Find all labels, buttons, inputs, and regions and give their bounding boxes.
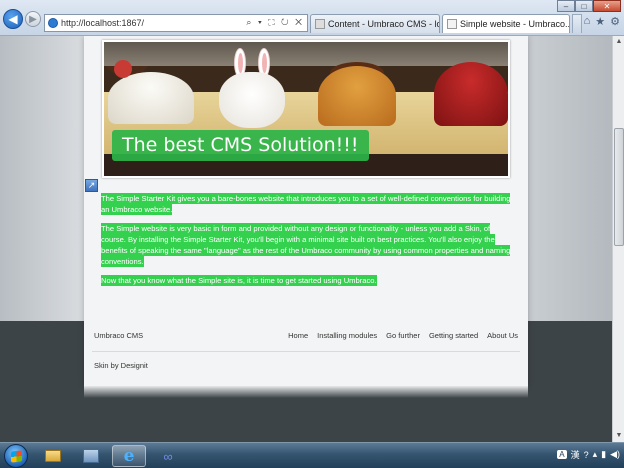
language-indicator[interactable]: A [557, 450, 567, 459]
page-favicon-icon [447, 19, 457, 29]
cake-photo [108, 72, 194, 124]
address-tools[interactable]: ⌕ ▾ ⛶ ↻ ✕ [246, 17, 304, 28]
scroll-up-icon[interactable]: ▲ [614, 36, 624, 48]
folder-icon [45, 450, 61, 462]
tray-expand-icon[interactable]: ▴ [593, 449, 598, 460]
taskbar-app[interactable]: ∞ [150, 445, 184, 467]
vertical-scrollbar[interactable]: ▲ ▼ [612, 36, 624, 442]
taskbar-internet-explorer[interactable]: e [112, 445, 146, 467]
home-icon[interactable]: ⌂ [584, 15, 591, 28]
tab-simple-website[interactable]: Simple website - Umbraco... ✕ [442, 14, 570, 33]
start-button[interactable] [4, 444, 28, 468]
bunny-cake-photo [219, 72, 285, 128]
taskbar-visual-studio[interactable] [74, 445, 108, 467]
footer-link-getting-started[interactable]: Getting started [429, 331, 478, 340]
address-url: http://localhost:1867/ [61, 18, 145, 28]
ime-indicator[interactable]: 漢 [571, 448, 580, 461]
footer-divider [92, 351, 520, 352]
forward-button[interactable]: ▶ [25, 11, 41, 27]
footer-link-installing-modules[interactable]: Installing modules [317, 331, 377, 340]
forward-arrow-icon: ▶ [29, 13, 37, 25]
system-tray: A 漢 ? ▴ ▮ ◀) [557, 448, 620, 461]
footer-link-about-us[interactable]: About Us [487, 331, 518, 340]
windows-taskbar: e ∞ A 漢 ? ▴ ▮ ◀) [0, 442, 624, 468]
scroll-thumb[interactable] [614, 128, 624, 246]
body-paragraph: The Simple website is very basic in form… [101, 223, 511, 267]
favorites-star-icon[interactable]: ★ [595, 15, 605, 28]
intro-paragraph: The Simple Starter Kit gives you a bare-… [101, 193, 511, 215]
page-viewport: The best CMS Solution!!! ↗ The Simple St… [0, 36, 612, 442]
footer-link-go-further[interactable]: Go further [386, 331, 420, 340]
new-tab-button[interactable] [572, 14, 582, 33]
skin-credit: Skin by Designit [94, 361, 148, 370]
scroll-down-icon[interactable]: ▼ [614, 430, 624, 442]
volume-icon[interactable]: ◀) [610, 449, 620, 460]
tools-gear-icon[interactable]: ⚙ [610, 15, 620, 28]
window-controls: – □ ✕ [557, 0, 621, 12]
command-icons: ⌂ ★ ⚙ [584, 15, 620, 28]
edit-in-canvas-icon[interactable]: ↗ [85, 179, 98, 192]
infinity-app-icon: ∞ [163, 448, 172, 464]
site-footer: Umbraco CMS Home Installing modules Go f… [84, 321, 528, 386]
network-icon[interactable]: ▮ [601, 449, 606, 460]
tab-label: Simple website - Umbraco... [460, 19, 570, 29]
footer-brand: Umbraco CMS [94, 331, 144, 340]
banner-image: The best CMS Solution!!! [102, 40, 510, 178]
banner-caption: The best CMS Solution!!! [112, 130, 369, 161]
footer-link-home[interactable]: Home [288, 331, 308, 340]
minimize-button[interactable]: – [557, 0, 575, 12]
taskbar-explorer[interactable] [36, 445, 70, 467]
berry-cake-photo [434, 62, 508, 126]
tab-umbraco-content[interactable]: Content - Umbraco CMS - lo... [310, 14, 440, 33]
address-bar[interactable]: http://localhost:1867/ ⌕ ▾ ⛶ ↻ ✕ [44, 14, 308, 32]
ie-page-icon [48, 18, 58, 28]
browser-toolbar: ◀ ▶ http://localhost:1867/ ⌕ ▾ ⛶ ↻ ✕ Con… [0, 0, 624, 36]
closing-paragraph: Now that you know what the Simple site i… [101, 275, 377, 286]
maximize-button[interactable]: □ [575, 0, 593, 12]
help-icon[interactable]: ? [584, 450, 589, 460]
footer-navigation: Home Installing modules Go further Getti… [288, 331, 518, 340]
umbraco-favicon-icon [315, 19, 325, 29]
tab-label: Content - Umbraco CMS - lo... [328, 19, 440, 29]
main-content: The Simple Starter Kit gives you a bare-… [101, 193, 511, 294]
internet-explorer-icon: e [123, 445, 135, 466]
visual-studio-icon [83, 449, 99, 463]
cheesecake-photo [318, 66, 396, 126]
back-button[interactable]: ◀ [3, 9, 23, 29]
back-arrow-icon: ◀ [8, 12, 18, 26]
close-window-button[interactable]: ✕ [593, 0, 621, 12]
